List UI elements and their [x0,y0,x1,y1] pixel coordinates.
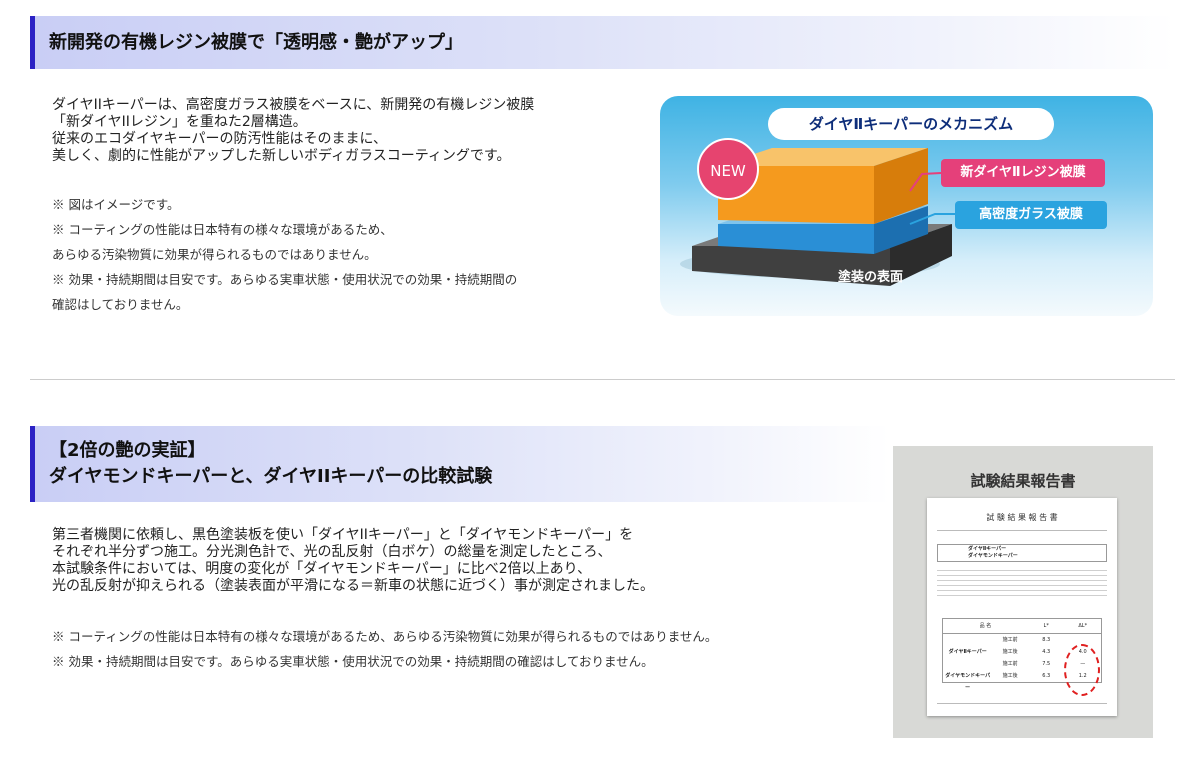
resin-layer-label: 新ダイヤⅡレジン被膜 [941,159,1105,187]
report-table-header: 品 名 L* ΔL* [942,618,1102,634]
comparison-line: 第三者機関に依頼し、黒色塗装板を使い「ダイヤIIキーパー」と「ダイヤモンドキーパ… [52,527,634,543]
report-title: 試験結果報告書 [970,472,1076,490]
section-title-line2: ダイヤモンドキーパーと、ダイヤIIキーパーの比較試験 [49,466,493,487]
comparison-paragraph: 第三者機関に依頼し、黒色塗装板を使い「ダイヤIIキーパー」と「ダイヤモンドキーパ… [52,527,654,595]
note-line: あらゆる汚染物質に効果が得られるものではありません。 [52,247,377,262]
note-line: ※ コーティングの性能は日本特有の様々な環境があるため、 [52,222,393,237]
comparison-line: 本試験条件においては、明度の変化が「ダイヤモンドキーパー」に比べ2倍以上あり、 [52,561,592,577]
note-line: ※ 図はイメージです。 [52,197,180,212]
note-line: ※ 効果・持続期間は目安です。あらゆる実車状態・使用状況での効果・持続期間の [52,272,518,287]
section-title-line1: 【2倍の艶の実証】 [49,440,206,461]
test-report-image: 試験結果報告書 試 験 結 果 報 告 書 ダイヤⅡキーパー ダイヤモンドキーパ… [893,446,1153,738]
report-doc-title: 試 験 結 果 報 告 書 [986,513,1058,522]
intro-line: 従来のエコダイヤキーパーの防汚性能はそのままに、 [52,131,388,147]
highlight-circle [1064,644,1100,696]
intro-line: 「新ダイヤIIレジン」を重ねた2層構造。 [52,114,307,130]
note-line: 確認はしておりません。 [52,297,189,312]
surface-label: 塗装の表面 [838,270,904,285]
mechanism-illustration: ダイヤⅡキーパーのメカニズム NEW 新ダイヤⅡレジン被膜 高密度ガラス被膜 塗… [660,96,1153,316]
comparison-line: それぞれ半分ずつ施工。分光測色計で、光の乱反射（白ボケ）の総量を測定したところ、 [52,544,612,560]
report-product-a: ダイヤⅡキーパー [968,546,1007,552]
disclaimer-notes: ※ 図はイメージです。 ※ コーティングの性能は日本特有の様々な環境があるため、… [52,192,517,317]
new-badge: NEW [697,138,759,200]
comparison-line: 光の乱反射が抑えられる（塗装表面が平滑になる＝新車の状態に近づく）事が測定されま… [52,578,654,594]
intro-line: ダイヤIIキーパーは、高密度ガラス被膜をベースに、新開発の有機レジン被膜 [52,97,535,113]
note-line: ※ コーティングの性能は日本特有の様々な環境があるため、あらゆる汚染物質に効果が… [52,629,718,644]
comparison-notes: ※ コーティングの性能は日本特有の様々な環境があるため、あらゆる汚染物質に効果が… [52,624,717,674]
note-line: ※ 効果・持続期間は目安です。あらゆる実車状態・使用状況での効果・持続期間の確認… [52,654,654,669]
section-title: 新開発の有機レジン被膜で「透明感・艶がアップ」 [49,32,463,53]
intro-paragraph: ダイヤIIキーパーは、高密度ガラス被膜をベースに、新開発の有機レジン被膜 「新ダ… [52,97,534,165]
intro-line: 美しく、劇的に性能がアップした新しいボディガラスコーティングです。 [52,148,511,164]
report-product-box: ダイヤⅡキーパー ダイヤモンドキーパー [937,544,1107,562]
report-product-b: ダイヤモンドキーパー [968,553,1018,559]
section-divider [30,379,1175,380]
section-heading-mechanism: 新開発の有機レジン被膜で「透明感・艶がアップ」 [30,16,1175,69]
report-paper: 試 験 結 果 報 告 書 ダイヤⅡキーパー ダイヤモンドキーパー 品 名 L*… [927,498,1117,716]
section-heading-comparison: 【2倍の艶の実証】 ダイヤモンドキーパーと、ダイヤIIキーパーの比較試験 [30,426,890,502]
glass-layer-label: 高密度ガラス被膜 [955,201,1107,229]
